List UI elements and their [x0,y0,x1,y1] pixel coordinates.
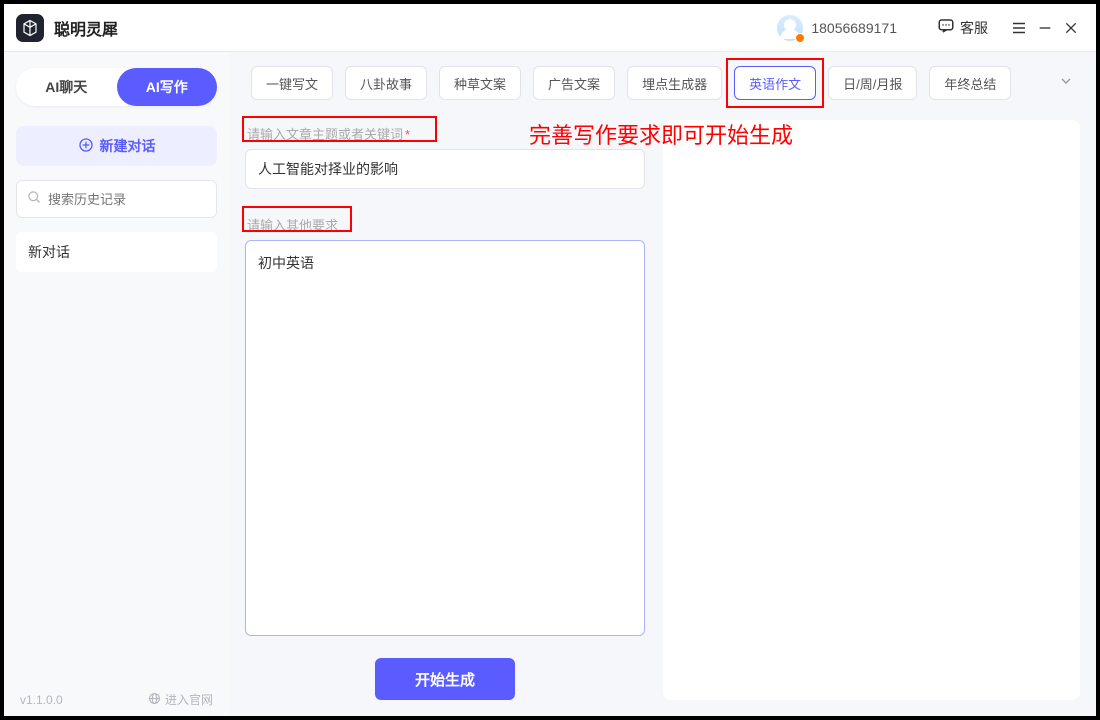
output-panel [663,120,1080,700]
titlebar: 聪明灵犀 18056689171 客服 [4,4,1096,52]
tab-item[interactable]: 一键写文 [251,66,333,100]
mode-toggle: AI聊天 AI写作 [16,68,217,106]
generate-button[interactable]: 开始生成 [375,658,515,700]
template-tabs: 一键写文 八卦故事 种草文案 广告文案 埋点生成器 英语作文 日/周/月报 年终… [245,66,1080,100]
support-label: 客服 [960,18,988,38]
app-logo-icon [16,14,44,42]
other-label: 请输入其他要求 [245,211,645,240]
other-textarea[interactable] [245,240,645,636]
history-item[interactable]: 新对话 [16,232,217,272]
tabs-collapse-button[interactable] [1052,73,1080,94]
support-button[interactable]: 客服 [937,17,988,38]
topic-input[interactable] [245,149,645,189]
plus-circle-icon [78,137,94,156]
new-chat-button[interactable]: 新建对话 [16,126,217,166]
chat-icon [937,17,955,38]
search-icon [27,190,42,208]
user-phone: 18056689171 [811,20,897,36]
mode-chat-button[interactable]: AI聊天 [16,68,117,106]
globe-icon [148,692,161,708]
sidebar: AI聊天 AI写作 新建对话 新对话 v1.1.0.0 进入官网 [4,52,229,716]
minimize-button[interactable] [1032,15,1058,41]
tab-item-active[interactable]: 英语作文 [734,66,816,100]
app-title: 聪明灵犀 [54,16,118,40]
enter-site-label: 进入官网 [165,691,213,708]
mode-write-button[interactable]: AI写作 [117,68,218,106]
main-panel: 一键写文 八卦故事 种草文案 广告文案 埋点生成器 英语作文 日/周/月报 年终… [229,52,1096,716]
tab-item[interactable]: 种草文案 [439,66,521,100]
new-chat-label: 新建对话 [100,136,156,156]
tab-item[interactable]: 年终总结 [929,66,1011,100]
version-label: v1.1.0.0 [20,693,63,707]
tab-item[interactable]: 日/周/月报 [828,66,917,100]
tab-item[interactable]: 埋点生成器 [627,66,722,100]
menu-button[interactable] [1006,15,1032,41]
avatar[interactable] [777,15,803,41]
tab-item[interactable]: 广告文案 [533,66,615,100]
enter-site-link[interactable]: 进入官网 [148,691,213,708]
close-button[interactable] [1058,15,1084,41]
tab-item[interactable]: 八卦故事 [345,66,427,100]
form-column: 请输入文章主题或者关键词* 请输入其他要求 开始生成 [245,120,645,700]
topic-label: 请输入文章主题或者关键词* [245,120,645,149]
search-input[interactable] [48,192,224,207]
search-input-wrapper[interactable] [16,180,217,218]
